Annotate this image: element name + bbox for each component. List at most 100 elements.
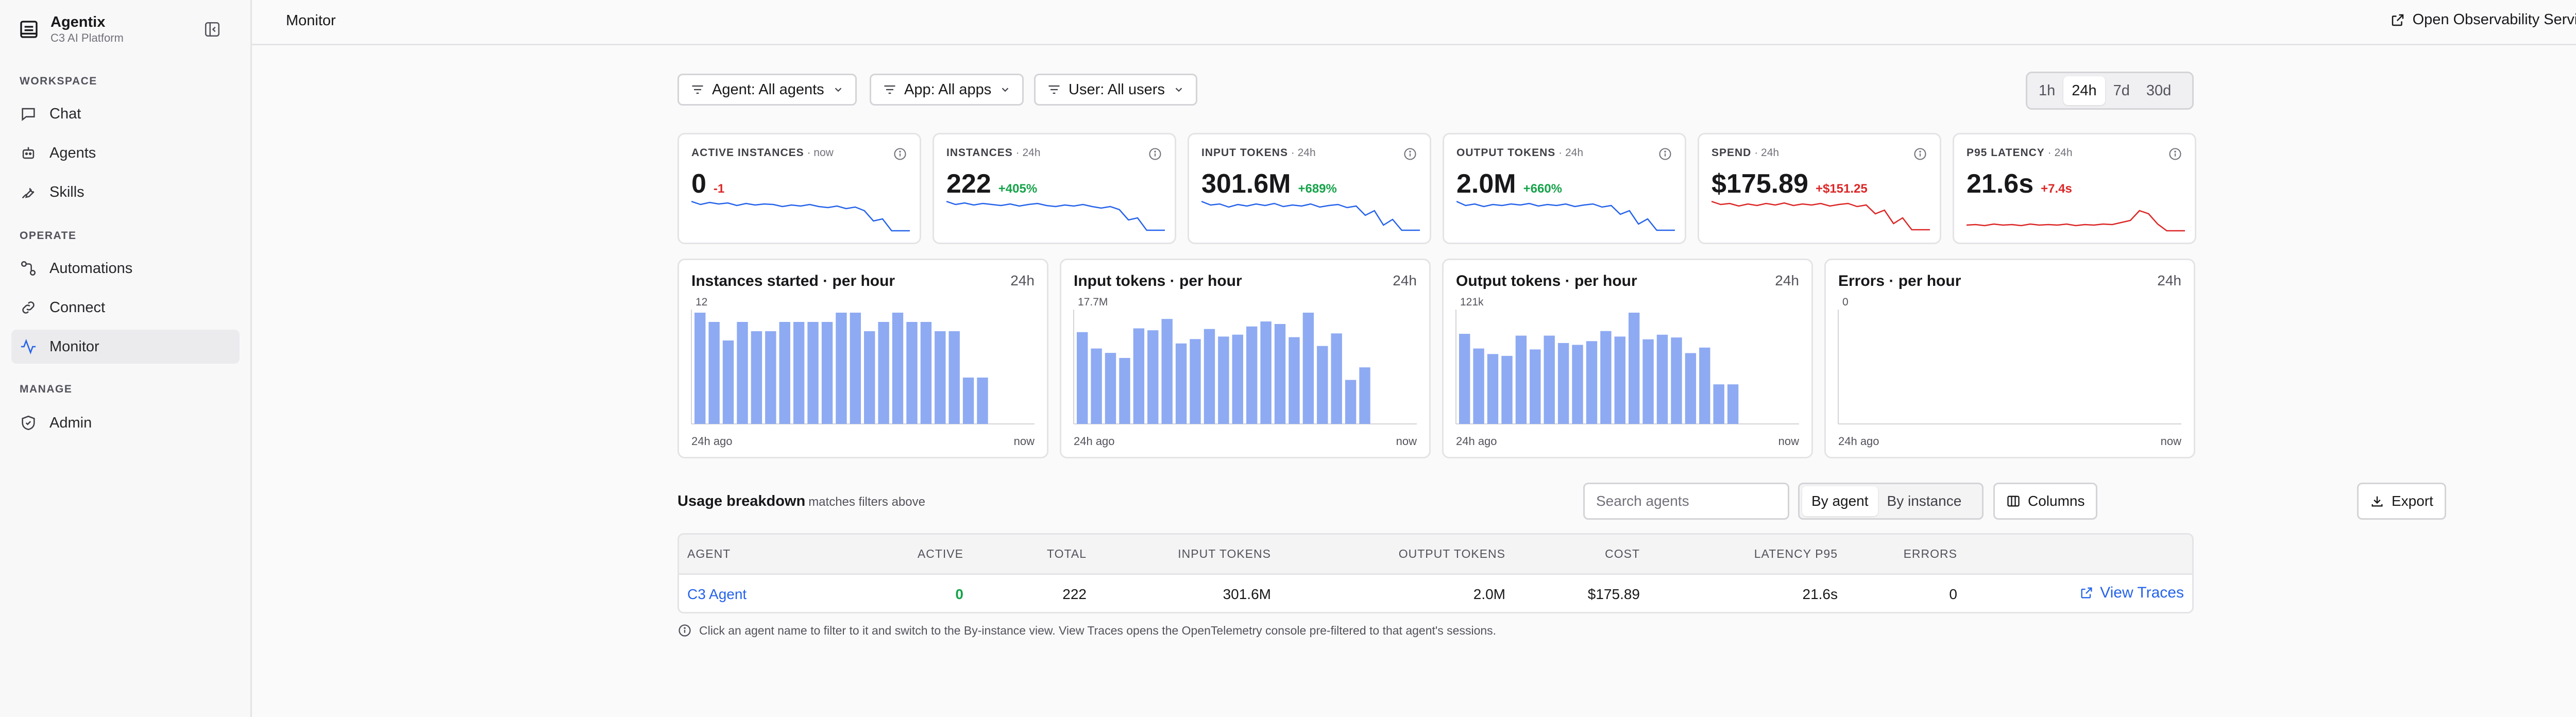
kpi-delta: +7.4s <box>2041 182 2072 196</box>
time-range-option-1h[interactable]: 1h <box>2030 76 2063 105</box>
kpi-label-text: SPEND <box>1711 147 1752 159</box>
chart-bar <box>1473 348 1484 424</box>
kpi-value: 0 -1 <box>691 168 724 199</box>
chart-bar <box>1260 321 1272 424</box>
kpi-value-text: 0 <box>691 169 706 199</box>
chevron-down-icon <box>1002 88 1009 92</box>
chart-bar <box>1614 336 1625 424</box>
chart-bar <box>1727 384 1739 424</box>
sidebar-item-label: Skills <box>49 183 84 200</box>
sidebar-item-skills[interactable]: Skills <box>11 175 240 209</box>
chart-bar <box>1246 326 1258 424</box>
cell-input-tokens: 301.6M <box>1223 586 1271 602</box>
kpi-label-text: OUTPUT TOKENS <box>1456 147 1556 159</box>
sparkline-path <box>1711 200 1930 231</box>
agent-filter-dropdown[interactable]: Agent: All agents <box>677 74 857 106</box>
chart-bar <box>1572 345 1583 424</box>
kpi-period: · now <box>804 147 834 159</box>
chart-bar <box>1656 334 1668 424</box>
sidebar-item-monitor[interactable]: Monitor <box>11 330 240 364</box>
kpi-value: 21.6s +7.4s <box>1967 168 2072 199</box>
sidebar-item-label: Automations <box>49 260 133 277</box>
chart-bar <box>751 331 762 424</box>
chart-bar <box>920 322 932 424</box>
export-label: Export <box>2392 493 2433 509</box>
chart-bar <box>1501 355 1513 424</box>
chart-bar <box>906 322 918 424</box>
info-icon[interactable] <box>893 147 907 161</box>
cell-cost: $175.89 <box>1587 586 1640 602</box>
export-button[interactable]: Export <box>2357 483 2446 520</box>
column-header-errors[interactable]: ERRORS <box>1904 547 1957 561</box>
info-icon[interactable] <box>1658 147 1672 161</box>
kpi-value: $175.89 +$151.25 <box>1711 168 1868 199</box>
time-range-option-24h[interactable]: 24h <box>2063 76 2105 105</box>
app-filter-dropdown[interactable]: App: All apps <box>870 74 1024 106</box>
chart-bar <box>1600 331 1612 424</box>
sidebar-item-automations[interactable]: Automations <box>11 251 240 285</box>
section-label-operate: OPERATE <box>20 230 77 242</box>
chart-bar <box>1642 339 1654 424</box>
column-header-latency-p95[interactable]: LATENCY P95 <box>1754 547 1838 561</box>
agent-name-link[interactable]: C3 Agent <box>687 586 747 603</box>
sparkline-path <box>691 200 910 232</box>
info-icon <box>679 624 691 637</box>
column-header-total[interactable]: TOTAL <box>1047 547 1087 561</box>
by-agent-toggle[interactable]: By agent <box>1802 486 1878 516</box>
chart-bar <box>1161 319 1173 424</box>
chart-bar <box>892 313 904 424</box>
sidebar-item-connect[interactable]: Connect <box>11 291 240 325</box>
cell-active: 0 <box>955 586 963 602</box>
sparkline-path <box>1201 200 1420 231</box>
open-observability-link[interactable]: Open Observability Service <box>2390 11 2576 28</box>
chart-bar <box>977 378 988 424</box>
by-instance-toggle[interactable]: By instance <box>1878 486 1971 516</box>
column-header-output-tokens[interactable]: OUTPUT TOKENS <box>1399 547 1505 561</box>
sidebar-item-admin[interactable]: Admin <box>11 406 240 440</box>
user-filter-dropdown[interactable]: User: All users <box>1034 74 1197 106</box>
user-filter-label: User: All users <box>1069 81 1165 98</box>
kpi-card: SPEND · 24h $175.89 +$151.25 <box>1698 133 1941 244</box>
kpi-value-text: 222 <box>946 169 991 199</box>
columns-button[interactable]: Columns <box>1993 483 2098 520</box>
time-range-option-7d[interactable]: 7d <box>2105 76 2138 105</box>
column-header-active[interactable]: ACTIVE <box>918 547 963 561</box>
chart-bar <box>779 322 790 424</box>
chart-bar <box>1699 347 1710 424</box>
time-range-option-30d[interactable]: 30d <box>2138 76 2179 105</box>
section-label-workspace: WORKSPACE <box>20 75 97 87</box>
columns-icon <box>2007 496 2020 507</box>
info-icon[interactable] <box>1913 147 1927 161</box>
chevron-down-icon <box>835 88 841 92</box>
bar-chart: 12 <box>691 296 1035 424</box>
chart-bar <box>793 322 805 424</box>
chart-bar <box>1289 337 1300 424</box>
sidebar-item-agents[interactable]: Agents <box>11 136 240 170</box>
chart-bar <box>1459 334 1470 424</box>
info-icon[interactable] <box>2168 147 2182 161</box>
brand-subtitle: C3 AI Platform <box>50 31 124 44</box>
chart-bar <box>1331 333 1342 424</box>
view-traces-link[interactable]: View Traces <box>2079 584 2184 602</box>
chart-bar <box>807 322 819 424</box>
chart-bar <box>1685 353 1697 424</box>
column-header-cost[interactable]: COST <box>1605 547 1640 561</box>
main-content: Monitor Open Observability Service Agent… <box>252 0 2576 717</box>
kpi-sparkline <box>1201 200 1420 231</box>
column-header-input-tokens[interactable]: INPUT TOKENS <box>1178 547 1271 561</box>
info-icon[interactable] <box>1148 147 1162 161</box>
brand-name: Agentix <box>50 14 106 30</box>
collapse-sidebar-icon[interactable] <box>204 21 221 38</box>
brand[interactable]: Agentix C3 AI Platform <box>19 13 124 45</box>
sidebar: Agentix C3 AI Platform WORKSPACE Chat Ag… <box>0 0 252 717</box>
usage-hint-text: Click an agent name to filter to it and … <box>699 623 1497 637</box>
column-header-agent[interactable]: AGENT <box>687 547 731 561</box>
usage-table: AGENT ACTIVE TOTAL INPUT TOKENS OUTPUT T… <box>677 533 2194 613</box>
kpi-card: INPUT TOKENS · 24h 301.6M +689% <box>1188 133 1431 244</box>
info-icon[interactable] <box>1403 147 1417 161</box>
bar-chart: 121k <box>1455 296 1799 424</box>
search-agents-input[interactable] <box>1583 483 1789 520</box>
sidebar-item-chat[interactable]: Chat <box>11 97 240 131</box>
chart-bar <box>1119 357 1130 424</box>
usage-title-text: Usage breakdown <box>677 493 806 509</box>
